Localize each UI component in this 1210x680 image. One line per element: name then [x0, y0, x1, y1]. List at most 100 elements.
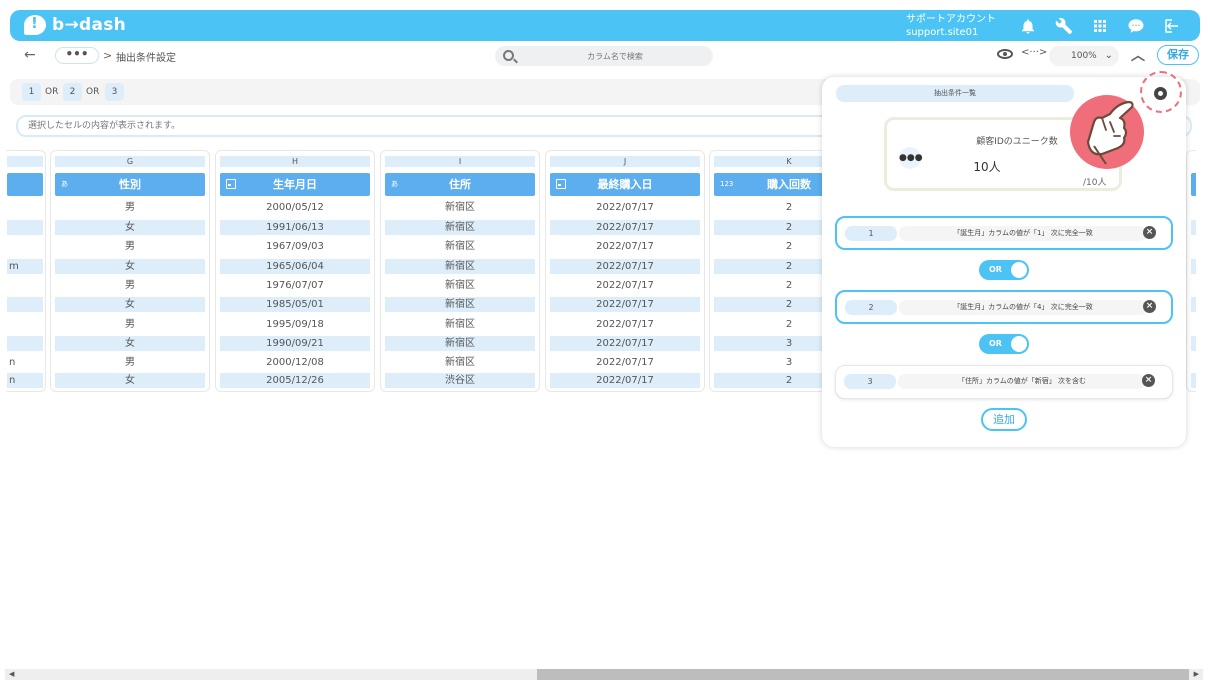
search-input[interactable]: [525, 48, 705, 64]
table-cell[interactable]: [7, 220, 43, 235]
table-cell[interactable]: 2022/07/17: [550, 259, 700, 274]
grid-icon[interactable]: [1088, 14, 1112, 38]
close-icon[interactable]: ×: [1143, 300, 1156, 313]
table-cell[interactable]: 1965/06/04: [220, 259, 370, 274]
table-cell[interactable]: 1985/05/01: [220, 297, 370, 312]
scrollbar-thumb[interactable]: [537, 669, 1189, 680]
or-toggle[interactable]: OR: [979, 334, 1029, 354]
table-cell[interactable]: 2005/12/26: [220, 373, 370, 388]
table-cell[interactable]: 渋谷区: [385, 373, 535, 388]
scroll-left-icon[interactable]: ◀: [9, 670, 14, 678]
table-cell[interactable]: [1191, 373, 1196, 388]
table-cell[interactable]: 新宿区: [385, 239, 535, 254]
column-letter: [7, 156, 43, 167]
table-cell[interactable]: 2000/05/12: [220, 200, 370, 215]
table-cell[interactable]: 2022/07/17: [550, 278, 700, 293]
table-cell[interactable]: 女: [55, 336, 205, 351]
table-cell[interactable]: 女: [55, 373, 205, 388]
condition-row-3[interactable]: 3 「住所」カラムの値が「新宿」 次を含む ×: [835, 365, 1173, 399]
back-arrow-icon[interactable]: ←: [24, 47, 36, 63]
condition-row-1[interactable]: 1 「誕生月」カラムの値が「1」 次に完全一致 ×: [835, 216, 1173, 250]
or-toggle-label: OR: [989, 339, 1002, 348]
eye-icon[interactable]: [997, 49, 1013, 59]
table-cell[interactable]: 男: [55, 317, 205, 332]
condition-row-2[interactable]: 2 「誕生月」カラムの値が「4」 次に完全一致 ×: [835, 290, 1173, 324]
table-cell[interactable]: 1976/07/07: [220, 278, 370, 293]
close-icon[interactable]: ×: [1143, 226, 1156, 239]
table-cell[interactable]: m: [7, 259, 43, 274]
chat-icon[interactable]: [1124, 14, 1148, 38]
table-cell[interactable]: 新宿区: [385, 355, 535, 370]
table-cell[interactable]: 新宿区: [385, 336, 535, 351]
table-cell[interactable]: 新宿区: [385, 220, 535, 235]
close-icon[interactable]: ×: [1142, 374, 1155, 387]
table-cell[interactable]: 2022/07/17: [550, 220, 700, 235]
chevron-up-icon[interactable]: ︿: [1131, 45, 1145, 65]
condition-chip-3[interactable]: 3: [105, 83, 124, 101]
table-cell[interactable]: 女: [55, 297, 205, 312]
condition-chip-1[interactable]: 1: [22, 83, 41, 101]
table-cell[interactable]: [7, 297, 43, 312]
table-cell[interactable]: 新宿区: [385, 317, 535, 332]
kpi-total: /10人: [1083, 178, 1107, 188]
kpi-value: 10人: [973, 160, 1001, 174]
add-condition-button[interactable]: 追加: [981, 408, 1027, 431]
column-header-birthdate[interactable]: 生年月日: [220, 173, 370, 196]
account-info[interactable]: サポートアカウント support.site01: [906, 13, 996, 39]
table-cell[interactable]: n: [7, 373, 43, 388]
table-cell[interactable]: 男: [55, 239, 205, 254]
table-cell[interactable]: 2022/07/17: [550, 297, 700, 312]
scroll-right-icon[interactable]: ▶: [1194, 670, 1199, 678]
table-cell[interactable]: 2022/07/17: [550, 355, 700, 370]
wrench-icon[interactable]: [1052, 14, 1076, 38]
logo[interactable]: b→dash: [24, 14, 126, 35]
table-cell[interactable]: 女: [55, 259, 205, 274]
table-cell[interactable]: [7, 200, 43, 215]
table-cell[interactable]: 2022/07/17: [550, 336, 700, 351]
column-letter: I: [385, 156, 535, 167]
table-cell[interactable]: 1995/09/18: [220, 317, 370, 332]
column-header[interactable]: [1191, 173, 1196, 196]
condition-chip-2[interactable]: 2: [63, 83, 82, 101]
table-cell[interactable]: 新宿区: [385, 297, 535, 312]
table-cell[interactable]: 男: [55, 278, 205, 293]
table-cell[interactable]: [1191, 336, 1196, 351]
table-cell[interactable]: 2022/07/17: [550, 200, 700, 215]
horizontal-scrollbar[interactable]: ◀ ▶: [5, 669, 1203, 680]
table-cell[interactable]: [7, 278, 43, 293]
table-cell[interactable]: [7, 239, 43, 254]
column-header-address[interactable]: あ 住所: [385, 173, 535, 196]
table-cell[interactable]: 新宿区: [385, 200, 535, 215]
zoom-select[interactable]: 100% ⌄: [1049, 46, 1119, 66]
table-cell[interactable]: [1191, 259, 1196, 274]
table-cell[interactable]: [1191, 220, 1196, 235]
column-header-last-purchase[interactable]: 最終購入日: [550, 173, 700, 196]
table-cell[interactable]: 2022/07/17: [550, 239, 700, 254]
table-cell[interactable]: 1967/09/03: [220, 239, 370, 254]
code-icon[interactable]: <···>: [1021, 47, 1047, 58]
column-letter: H: [220, 156, 370, 167]
table-cell[interactable]: 新宿区: [385, 259, 535, 274]
table-cell[interactable]: 1991/06/13: [220, 220, 370, 235]
table-cell[interactable]: n: [7, 355, 43, 370]
table-cell[interactable]: 1990/09/21: [220, 336, 370, 351]
table-cell[interactable]: 2022/07/17: [550, 317, 700, 332]
table-cell[interactable]: 女: [55, 220, 205, 235]
column-header[interactable]: [7, 173, 43, 196]
table-cell[interactable]: [1191, 297, 1196, 312]
table-cell[interactable]: 2000/12/08: [220, 355, 370, 370]
logout-icon[interactable]: [1160, 14, 1184, 38]
table-cell[interactable]: [7, 336, 43, 351]
save-button[interactable]: 保存: [1157, 45, 1199, 65]
more-button[interactable]: •••: [55, 47, 99, 64]
toggle-knob: [1011, 262, 1027, 278]
table-cell[interactable]: 2022/07/17: [550, 373, 700, 388]
calendar-icon: [556, 179, 566, 189]
or-toggle[interactable]: OR: [979, 260, 1029, 280]
table-cell[interactable]: 新宿区: [385, 278, 535, 293]
column-header-gender[interactable]: あ 性別: [55, 173, 205, 196]
bell-icon[interactable]: [1016, 14, 1040, 38]
table-cell[interactable]: 男: [55, 200, 205, 215]
table-cell[interactable]: 男: [55, 355, 205, 370]
table-cell[interactable]: [7, 317, 43, 332]
